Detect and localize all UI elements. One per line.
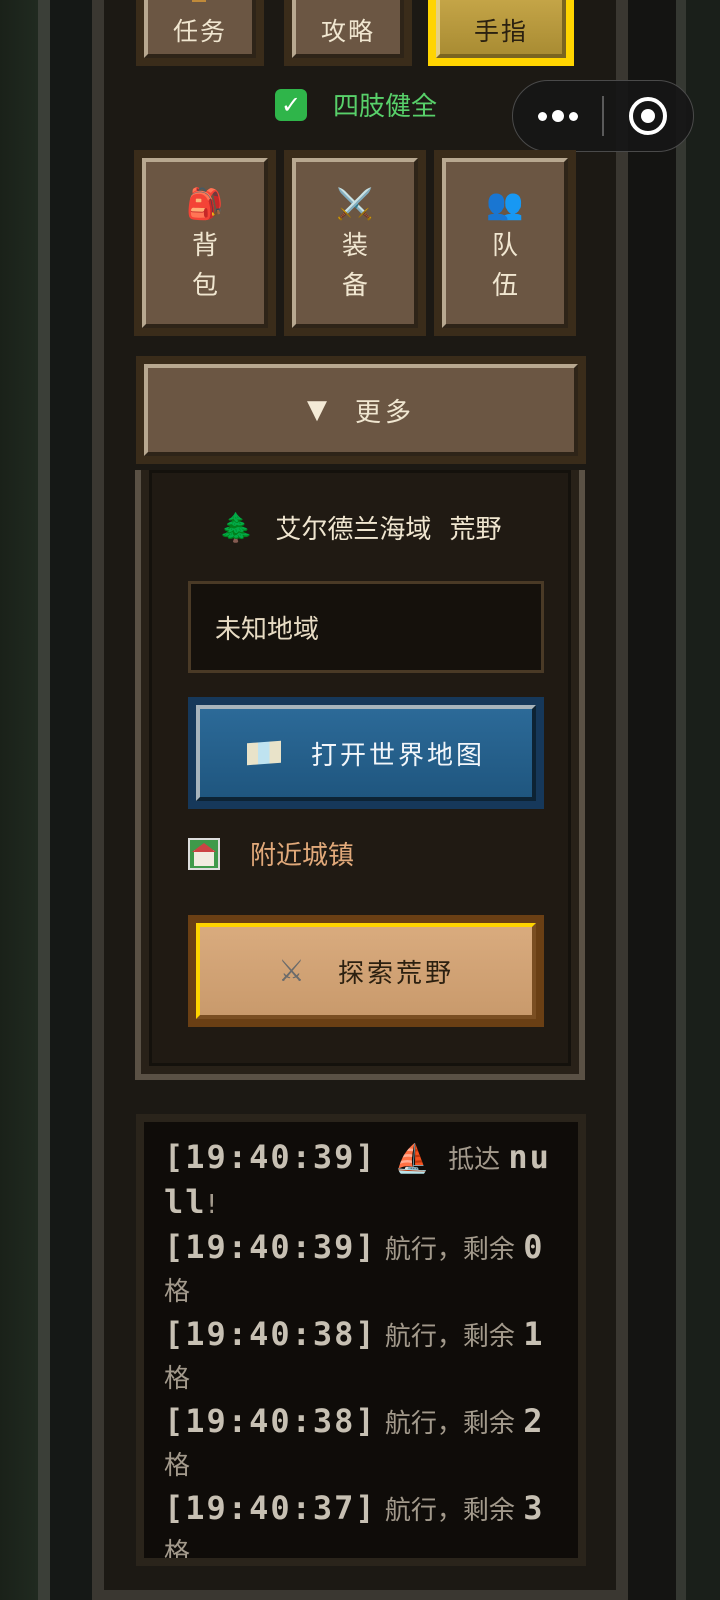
log-text: 航行，剩余	[384, 1322, 515, 1352]
more-dots-icon[interactable]	[513, 110, 602, 122]
funnel-icon: ▼	[306, 395, 327, 425]
team-button[interactable]: 👥 队 伍	[434, 150, 576, 336]
check-mark-icon: ✓	[275, 88, 307, 121]
background-stripe	[0, 0, 38, 1600]
crossed-swords-icon: ⚔️	[336, 187, 374, 222]
region-name: 未知地域	[215, 614, 320, 645]
map-icon	[246, 740, 281, 766]
team-label-2: 伍	[491, 271, 518, 301]
open-world-map-button[interactable]: 打开世界地图	[188, 697, 544, 809]
log-value: 1	[523, 1315, 545, 1353]
sea-name: 艾尔德兰海域	[275, 515, 432, 545]
log-value: 2	[523, 1402, 545, 1440]
limb-status-label: 四肢健全	[333, 92, 438, 122]
equipment-label-2: 备	[341, 271, 368, 301]
message-log: [19:40:39] ⛵ 抵达 null! [19:40:39] 航行，剩余 0…	[136, 1114, 586, 1566]
target-close-icon[interactable]	[604, 97, 693, 135]
log-timestamp: [19:40:37]	[164, 1489, 377, 1527]
log-suffix: 格	[164, 1451, 191, 1481]
task-icon	[192, 0, 206, 2]
log-entry: [19:40:39] 航行，剩余 0 格	[164, 1226, 558, 1313]
log-entry: [19:40:38] 航行，剩余 2 格	[164, 1400, 558, 1487]
log-text: 航行，剩余	[384, 1409, 515, 1439]
finger-label: 手指	[473, 17, 528, 46]
mini-program-capsule	[512, 80, 694, 152]
log-suffix: 格	[164, 1277, 191, 1307]
log-value: 0	[523, 1228, 545, 1266]
region-display: 未知地域	[188, 581, 544, 673]
log-text: 抵达	[448, 1145, 501, 1175]
nearby-towns-label: 附近城镇	[250, 841, 355, 871]
log-suffix: 格	[164, 1364, 191, 1394]
tree-icon: 🌲	[218, 511, 254, 544]
log-entry: [19:40:39] ⛵ 抵达 null!	[164, 1136, 558, 1226]
open-world-map-label: 打开世界地图	[310, 740, 485, 771]
background-stripe	[628, 0, 676, 1600]
log-suffix: !	[206, 1190, 217, 1220]
equipment-button[interactable]: ⚔️ 装 备	[284, 150, 426, 336]
explore-wilderness-label: 探索荒野	[337, 958, 454, 989]
town-icon	[188, 837, 220, 870]
location-panel: 🌲 艾尔德兰海域 荒野 未知地域 打开世界地图 附近城镇 ⚔ 探索荒野	[135, 470, 585, 1080]
log-timestamp: [19:40:39]	[164, 1138, 377, 1176]
more-button[interactable]: ▼ 更多	[136, 356, 586, 464]
crossed-swords-icon: ⚔	[278, 953, 308, 989]
nearby-towns[interactable]: 附近城镇	[188, 835, 354, 872]
log-entry: [19:40:38] 航行，剩余 1 格	[164, 1313, 558, 1400]
guide-label: 攻略	[320, 17, 375, 46]
log-entry: [19:40:37] 航行，剩余 3 格	[164, 1487, 558, 1558]
limb-status: ✓ 四肢健全	[275, 86, 437, 123]
log-text: 航行，剩余	[384, 1235, 515, 1265]
log-text: 航行，剩余	[384, 1496, 515, 1526]
team-label-1: 队	[491, 231, 518, 261]
log-timestamp: [19:40:38]	[164, 1315, 377, 1353]
explore-wilderness-button[interactable]: ⚔ 探索荒野	[188, 915, 544, 1027]
log-timestamp: [19:40:39]	[164, 1228, 377, 1266]
backpack-label-2: 包	[191, 271, 218, 301]
finger-button[interactable]: 手指	[428, 0, 574, 66]
log-suffix: 格	[164, 1538, 191, 1558]
team-icon: 👥	[486, 187, 524, 222]
task-label: 任务	[172, 17, 227, 46]
log-timestamp: [19:40:38]	[164, 1402, 377, 1440]
guide-button[interactable]: 攻略	[284, 0, 412, 66]
background-stripe	[92, 0, 104, 1600]
background-stripe	[616, 0, 628, 1600]
task-button[interactable]: 任务	[136, 0, 264, 66]
equipment-label-1: 装	[341, 231, 368, 261]
more-label: 更多	[354, 397, 415, 428]
backpack-button[interactable]: 🎒 背 包	[134, 150, 276, 336]
background-stripe	[38, 0, 50, 1600]
message-log-content[interactable]: [19:40:39] ⛵ 抵达 null! [19:40:39] 航行，剩余 0…	[144, 1122, 578, 1558]
backpack-icon: 🎒	[186, 187, 224, 222]
background-stripe	[686, 0, 720, 1600]
sailboat-icon: ⛵	[394, 1142, 430, 1175]
terrain-name: 荒野	[449, 515, 502, 545]
background-stripe	[50, 0, 92, 1600]
frame-bottom-border	[92, 1590, 628, 1600]
log-value: 3	[523, 1489, 545, 1527]
backpack-label-1: 背	[191, 231, 218, 261]
location-header: 🌲 艾尔德兰海域 荒野	[152, 509, 568, 546]
background-stripe	[676, 0, 686, 1600]
